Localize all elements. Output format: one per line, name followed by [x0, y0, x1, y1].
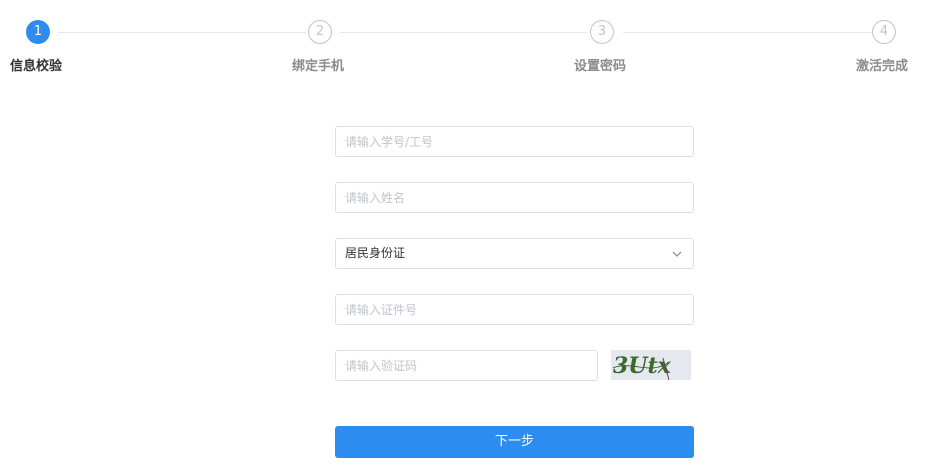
step-2-title: 绑定手机	[292, 59, 345, 74]
step-2-indicator: 2	[308, 20, 332, 44]
step-4-title: 激活完成	[856, 59, 909, 74]
chevron-down-icon	[672, 251, 682, 257]
id-type-selected-value: 居民身份证	[345, 246, 406, 260]
student-id-input[interactable]	[335, 126, 694, 157]
step-1-indicator: 1	[26, 20, 50, 44]
next-step-button[interactable]: 下一步	[335, 426, 694, 458]
step-3-indicator: 3	[590, 20, 614, 44]
step-progress: 1 2 3 4 信息校验 绑定手机 设置密码 激活完成	[0, 0, 932, 90]
step-1-title: 信息校验	[10, 59, 63, 74]
step-connector	[58, 32, 306, 33]
step-4-indicator: 4	[872, 20, 896, 44]
certificate-number-input[interactable]	[335, 294, 694, 325]
step-connector	[623, 32, 871, 33]
name-input[interactable]	[335, 182, 694, 213]
captcha-image[interactable]: 3Utx	[611, 350, 691, 380]
step-connector	[340, 32, 588, 33]
captcha-input[interactable]	[335, 350, 598, 381]
id-type-select[interactable]: 居民身份证	[335, 238, 694, 269]
step-3-title: 设置密码	[574, 59, 627, 74]
